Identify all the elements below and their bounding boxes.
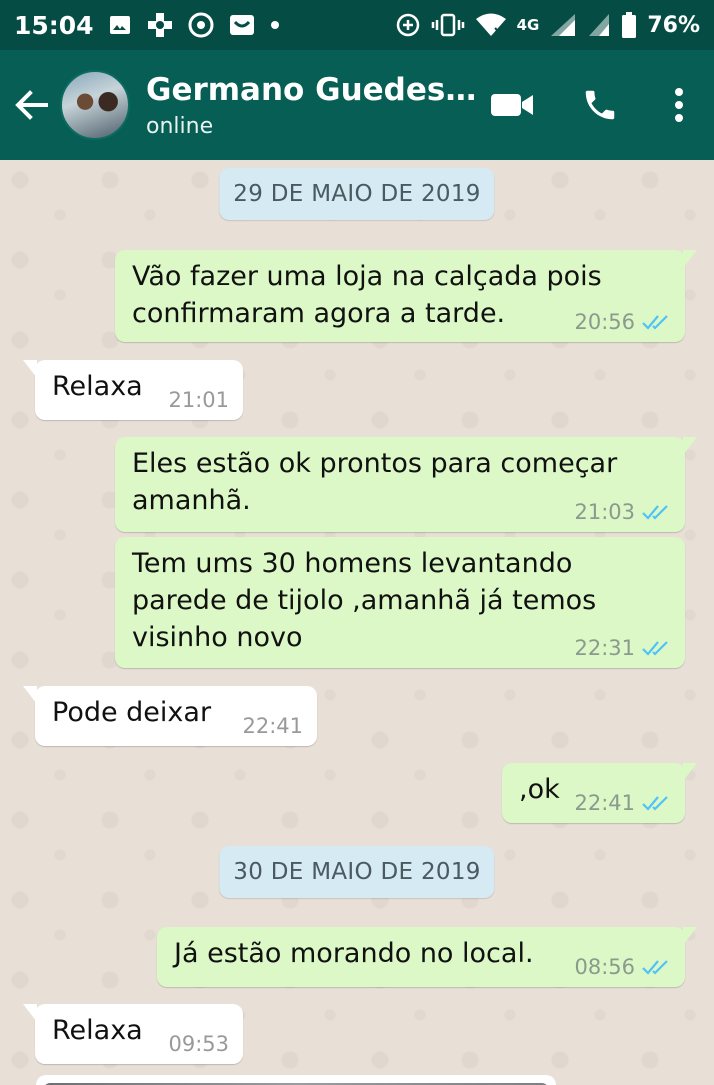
media-message-preview[interactable] bbox=[36, 1075, 556, 1085]
contact-name: Germano Guedes… bbox=[146, 71, 477, 108]
message-outgoing[interactable]: Vão fazer uma loja na calçada pois confi… bbox=[115, 250, 697, 342]
message-incoming[interactable]: Relaxa 09:53 bbox=[23, 1004, 243, 1064]
back-button[interactable] bbox=[4, 50, 60, 160]
bubble-tail bbox=[683, 250, 697, 268]
message-line: visinho novo bbox=[132, 622, 303, 653]
chat-area[interactable]: 29 DE MAIO DE 2019 Vão fazer uma loja na… bbox=[0, 160, 714, 1085]
message-time: 08:56 bbox=[574, 955, 635, 979]
back-arrow-icon bbox=[15, 90, 48, 120]
message-line: Relaxa bbox=[52, 1015, 143, 1046]
contact-info[interactable]: Germano Guedes… online bbox=[146, 72, 476, 139]
message-line: confirmaram agora a tarde. bbox=[132, 298, 506, 329]
message-time: 21:01 bbox=[168, 388, 229, 412]
notification-icons bbox=[108, 11, 280, 39]
message-line: Pode deixar bbox=[52, 697, 212, 728]
message-text: Já estão morando no local. bbox=[174, 935, 534, 972]
voice-call-button[interactable] bbox=[556, 50, 644, 160]
message-meta: 09:53 bbox=[168, 1032, 229, 1056]
message-outgoing[interactable]: Eles estão ok prontos para começar amanh… bbox=[115, 437, 697, 532]
message-meta: 21:01 bbox=[168, 388, 229, 412]
contact-status: online bbox=[146, 113, 214, 139]
date-separator: 30 DE MAIO DE 2019 bbox=[219, 846, 495, 898]
message-line: Eles estão ok prontos para começar bbox=[132, 448, 618, 479]
video-camera-icon bbox=[491, 94, 533, 116]
mail-icon bbox=[229, 15, 254, 35]
image-icon bbox=[109, 16, 130, 34]
message-time: 22:31 bbox=[574, 636, 635, 660]
message-meta: 22:31 bbox=[574, 636, 671, 660]
kebab-menu-icon bbox=[675, 88, 683, 122]
message-line: ,ok bbox=[519, 774, 560, 805]
message-text: ,ok bbox=[519, 771, 560, 808]
message-time: 22:41 bbox=[574, 791, 635, 815]
message-meta: 21:03 bbox=[574, 500, 671, 524]
more-notifications-icon bbox=[270, 21, 279, 29]
message-text: Pode deixar bbox=[52, 694, 211, 731]
signal-2-icon bbox=[589, 14, 610, 36]
message-incoming[interactable]: Pode deixar 22:41 bbox=[23, 686, 317, 746]
double-check-icon bbox=[642, 960, 668, 975]
double-check-icon bbox=[642, 796, 668, 811]
date-separator: 29 DE MAIO DE 2019 bbox=[219, 168, 495, 220]
message-line: Vão fazer uma loja na calçada pois bbox=[132, 261, 602, 292]
bubble-tail bbox=[683, 437, 697, 455]
status-time: 15:04 bbox=[14, 10, 94, 40]
double-check-icon bbox=[642, 505, 668, 520]
bubble-tail bbox=[683, 927, 697, 945]
bubble-tail bbox=[23, 686, 37, 704]
message-text: Relaxa bbox=[52, 368, 143, 405]
message-time: 22:41 bbox=[242, 714, 303, 738]
contact-avatar[interactable] bbox=[60, 70, 130, 140]
video-call-button[interactable] bbox=[468, 50, 556, 160]
message-incoming[interactable]: Relaxa 21:01 bbox=[23, 360, 243, 420]
message-line: amanhã. bbox=[132, 485, 251, 516]
signal-icon bbox=[551, 14, 576, 36]
message-line: Já estão morando no local. bbox=[174, 938, 534, 969]
message-outgoing[interactable]: Tem ums 30 homens levantando parede de t… bbox=[115, 537, 685, 668]
double-check-icon bbox=[642, 641, 668, 656]
message-text: Vão fazer uma loja na calçada pois confi… bbox=[132, 258, 602, 332]
message-line: Tem ums 30 homens levantando bbox=[132, 548, 573, 579]
message-meta: 08:56 bbox=[574, 955, 671, 979]
battery-percent: 76% bbox=[647, 12, 700, 38]
vibrate-icon bbox=[431, 13, 464, 37]
message-outgoing[interactable]: ,ok 22:41 bbox=[502, 763, 697, 823]
message-text: Eles estão ok prontos para começar amanh… bbox=[132, 445, 617, 519]
message-text: Tem ums 30 homens levantando parede de t… bbox=[132, 545, 596, 656]
bubble-tail bbox=[23, 1004, 37, 1022]
header-actions bbox=[468, 50, 714, 160]
message-meta: 22:41 bbox=[242, 714, 303, 738]
chat-header: Germano Guedes… online bbox=[0, 50, 714, 160]
message-meta: 20:56 bbox=[574, 310, 671, 334]
battery-icon bbox=[622, 12, 637, 38]
bubble-tail bbox=[683, 763, 697, 781]
message-time: 21:03 bbox=[574, 500, 635, 524]
network-type: 4G bbox=[516, 16, 540, 34]
message-line: Relaxa bbox=[52, 371, 143, 402]
phone-icon bbox=[585, 90, 615, 120]
message-outgoing[interactable]: Já estão morando no local. 08:56 bbox=[157, 927, 697, 987]
double-check-icon bbox=[642, 315, 668, 330]
message-time: 09:53 bbox=[168, 1032, 229, 1056]
data-saver-icon bbox=[396, 13, 419, 37]
more-options-button[interactable] bbox=[644, 50, 714, 160]
message-text: Relaxa bbox=[52, 1012, 143, 1049]
status-bar: 15:04 4G 76% bbox=[0, 0, 714, 50]
wifi-icon bbox=[475, 13, 506, 36]
bubble-tail bbox=[23, 360, 37, 378]
chrome-icon bbox=[188, 12, 214, 38]
system-icons: 4G 76% bbox=[395, 11, 700, 39]
message-line: parede de tijolo ,amanhã já temos bbox=[132, 585, 597, 616]
plus-app-icon bbox=[147, 13, 172, 37]
message-meta: 22:41 bbox=[574, 791, 671, 815]
message-time: 20:56 bbox=[574, 310, 635, 334]
